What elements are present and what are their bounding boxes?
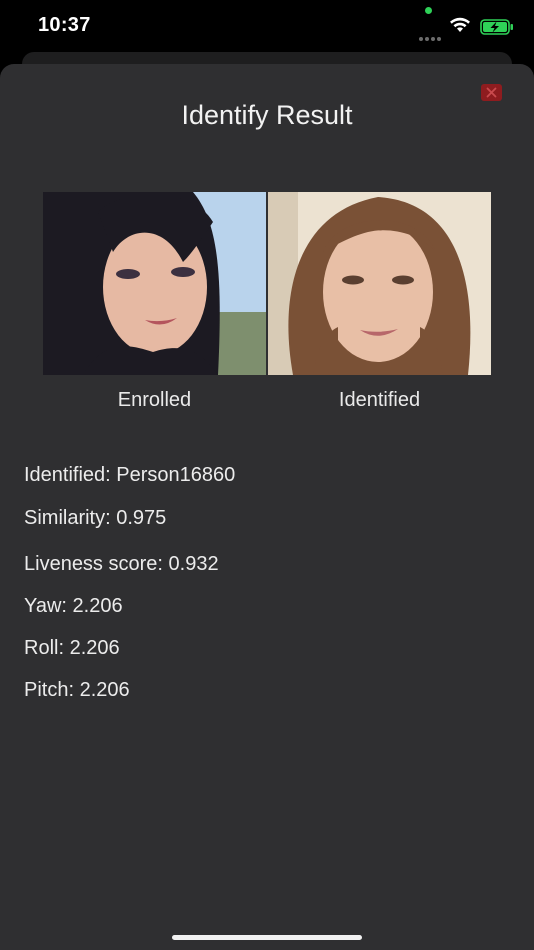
pitch-text: Pitch: 2.206 (24, 679, 130, 701)
liveness-score-text: Liveness score: 0.932 (24, 553, 219, 575)
enrolled-face-photo (43, 192, 266, 375)
enrolled-caption: Enrolled (117, 389, 192, 411)
privacy-indicator (425, 7, 432, 14)
similarity-text: Similarity: 0.975 (24, 507, 167, 529)
identified-face-photo (268, 192, 491, 375)
battery-charging-icon (480, 19, 513, 35)
identified-caption: Identified (338, 389, 421, 411)
status-bar: 10:37 (0, 0, 534, 52)
yaw-text: Yaw: 2.206 (24, 595, 123, 617)
identified-person-text: Identified: Person16860 (24, 464, 236, 486)
home-indicator[interactable] (172, 935, 362, 940)
wifi-icon (450, 17, 470, 32)
cellular-signal-icon (419, 28, 443, 41)
roll-text: Roll: 2.206 (24, 637, 120, 659)
status-time: 10:37 (38, 14, 91, 36)
close-icon (486, 87, 497, 98)
close-button[interactable] (481, 84, 502, 101)
page-title: Identify Result (181, 100, 353, 130)
